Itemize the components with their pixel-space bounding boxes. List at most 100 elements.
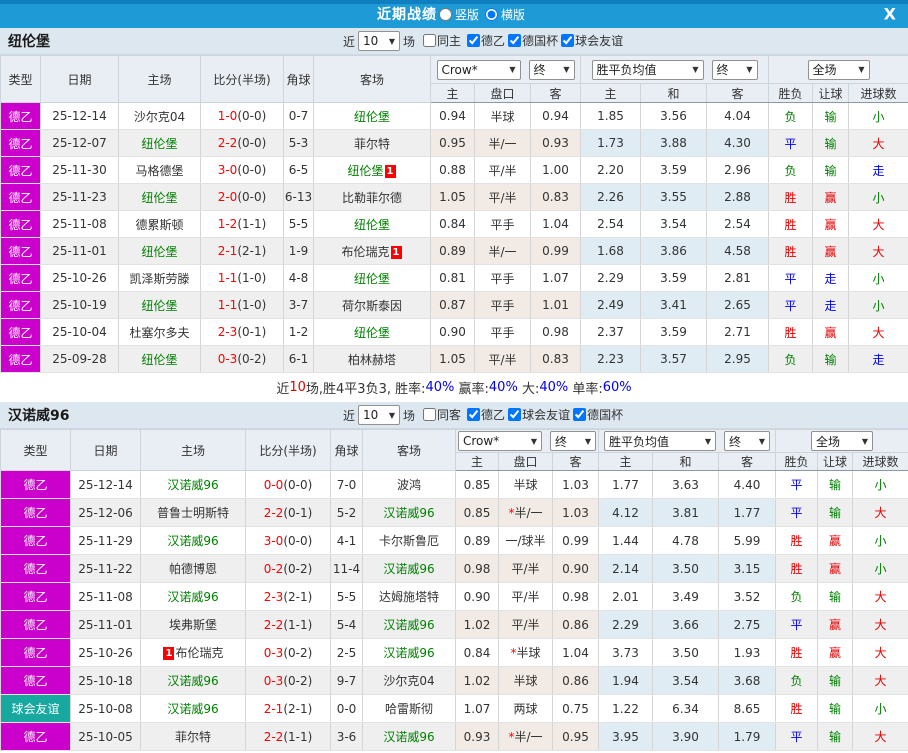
bookmaker-select[interactable]: Crow* ▼ <box>436 59 521 80</box>
result-wdl-cell: 胜 <box>768 183 814 211</box>
crow-away-odds: 1.04 <box>529 210 582 238</box>
avg-home-cell: 1.68 <box>580 237 642 265</box>
result-handicap-cell: 赢 <box>812 210 850 238</box>
chevron-down-icon: ▼ <box>704 436 712 446</box>
result-wdl-cell: 平 <box>768 291 814 319</box>
odds-stage-select[interactable]: 终 ▼ <box>528 59 575 80</box>
avg-draw-cell: 3.50 <box>652 554 720 583</box>
filter-checkbox[interactable] <box>561 34 575 47</box>
result-goals-cell: 大 <box>852 722 908 751</box>
halftime-score: (1-0) <box>237 271 267 285</box>
close-icon[interactable]: X <box>884 6 896 23</box>
avg-odds-select[interactable]: 胜平负均值 ▼ <box>591 59 704 80</box>
avg-odds-select[interactable]: 胜平负均值 ▼ <box>604 431 717 451</box>
avg-draw-cell: 3.63 <box>652 470 720 499</box>
date-cell: 25-10-26 <box>70 638 141 667</box>
away-team-cell: 汉诺威96 <box>362 610 456 639</box>
team-title: 汉诺威96 <box>8 408 70 424</box>
filter-checkbox-item[interactable]: 同客 <box>421 406 461 423</box>
scope-select[interactable]: 全场 ▼ <box>807 59 870 80</box>
halftime-score: (0-1) <box>237 325 267 339</box>
handicap-text: 半球 <box>516 646 541 660</box>
crow-home-odds: 0.94 <box>430 102 475 130</box>
halftime-score: (0-0) <box>283 533 313 548</box>
filter-checkbox[interactable] <box>467 34 481 47</box>
avg-away-cell: 3.52 <box>718 582 777 611</box>
team-name-text: 普鲁士明斯特 <box>156 506 229 520</box>
games-count-select[interactable]: 10 ▼ <box>358 405 401 425</box>
filter-checkbox-item[interactable]: 同主 <box>421 32 461 49</box>
checkbox-label: 同主 <box>437 34 462 48</box>
home-team-cell: 1 布伦瑞克 <box>140 638 246 667</box>
handicap-cell: 平手 <box>474 210 531 238</box>
avg-home-cell: 2.23 <box>580 345 642 373</box>
result-goals-cell: 大 <box>852 666 908 695</box>
crow-away-odds: 1.03 <box>551 470 600 499</box>
type-cell: 德乙 <box>0 237 41 265</box>
filter-checkbox-item[interactable]: 德乙 <box>465 406 505 423</box>
handicap-text: 平/半 <box>511 590 540 604</box>
filter-checkbox-item[interactable]: 德乙 <box>465 32 505 49</box>
result-goals-cell: 小 <box>848 183 908 211</box>
team-name-text: 布伦瑞克 <box>175 646 224 660</box>
avg-away-cell: 4.58 <box>706 237 770 265</box>
handicap-cell: 平/半 <box>474 183 531 211</box>
filter-checkbox-item[interactable]: 球会友谊 <box>506 406 570 423</box>
filter-checkbox-item[interactable]: 球会友谊 <box>559 32 623 49</box>
avg-home-cell: 1.77 <box>598 470 654 499</box>
layout-radio[interactable] <box>485 7 498 21</box>
odds-stage-value: 终 <box>533 63 546 77</box>
sub-col-away-odds: 客 <box>551 452 600 471</box>
handicap-text: 平手 <box>490 298 515 313</box>
odds-stage-select[interactable]: 终 ▼ <box>550 431 596 451</box>
summary-part: 40% <box>425 380 455 395</box>
layout-radio-option[interactable]: 横版 <box>485 6 525 23</box>
avg-home-cell: 2.29 <box>580 264 642 292</box>
fulltime-score: 2-3 <box>217 325 238 339</box>
home-team-cell: 汉诺威96 <box>140 666 246 695</box>
match-row: 德乙 25-11-08 汉诺威96 2-3(2-1) 5-5 达姆施塔特 0.90 平/半 0.… <box>0 582 908 611</box>
avg-away-cell: 2.96 <box>706 156 770 184</box>
halftime-score: (0-0) <box>237 136 267 150</box>
away-team-cell: 柏林赫塔 <box>313 345 431 373</box>
fulltime-score: 2-1 <box>263 701 284 716</box>
scope-select[interactable]: 全场 ▼ <box>811 431 874 451</box>
filter-checkbox[interactable] <box>573 408 587 421</box>
filter-checkbox[interactable] <box>508 408 522 421</box>
crow-away-odds: 0.99 <box>551 526 600 555</box>
team-name-text: 汉诺威96 <box>383 562 435 576</box>
handicap-cell: *半球 <box>498 638 553 667</box>
avg-stage-select[interactable]: 终 ▼ <box>711 59 758 80</box>
filter-checkbox[interactable] <box>423 34 437 47</box>
games-count-select[interactable]: 10 ▼ <box>358 31 401 51</box>
avg-away-cell: 2.65 <box>706 291 770 319</box>
team-section-nuremberg: 纽伦堡 近 10 ▼ 场 同主 德乙 德国杯 球会友谊 类型 日期 主场 比分(… <box>0 28 908 402</box>
avg-home-cell: 1.44 <box>598 526 654 555</box>
filter-checkbox[interactable] <box>508 34 522 47</box>
layout-radio[interactable] <box>438 7 452 21</box>
team-name-text: 纽伦堡 <box>141 244 178 259</box>
filter-checkbox-item[interactable]: 德国杯 <box>571 406 623 423</box>
score-cell: 3-0(0-0) <box>200 156 284 184</box>
filter-checkbox-item[interactable]: 德国杯 <box>506 32 558 49</box>
near-label: 近 <box>343 408 356 423</box>
crow-home-odds: 0.90 <box>430 318 475 346</box>
avg-away-cell: 2.81 <box>706 264 770 292</box>
result-handicap-cell: 赢 <box>817 554 854 583</box>
score-cell: 1-0(0-0) <box>200 102 284 130</box>
avg-away-cell: 4.30 <box>706 129 770 157</box>
match-row: 德乙 25-11-01 纽伦堡 2-1(2-1) 1-9 布伦瑞克 1 0.89 半/一 0.99… <box>0 237 908 265</box>
layout-radio-option[interactable]: 竖版 <box>438 6 479 23</box>
home-team-cell: 纽伦堡 <box>118 183 201 211</box>
result-handicap-cell: 输 <box>817 722 854 751</box>
handicap-cell: *半/一 <box>498 498 553 527</box>
filter-checkbox[interactable] <box>467 408 481 421</box>
handicap-cell: 平/半 <box>498 554 553 583</box>
team-name-text: 汉诺威96 <box>167 702 219 716</box>
bookmaker-select[interactable]: Crow* ▼ <box>458 431 542 451</box>
fulltime-score: 0-3 <box>263 673 284 688</box>
result-goals-cell: 小 <box>848 291 908 319</box>
filter-checkbox[interactable] <box>423 408 437 421</box>
avg-stage-select[interactable]: 终 ▼ <box>724 431 771 451</box>
handicap-text: 平手 <box>490 325 515 340</box>
